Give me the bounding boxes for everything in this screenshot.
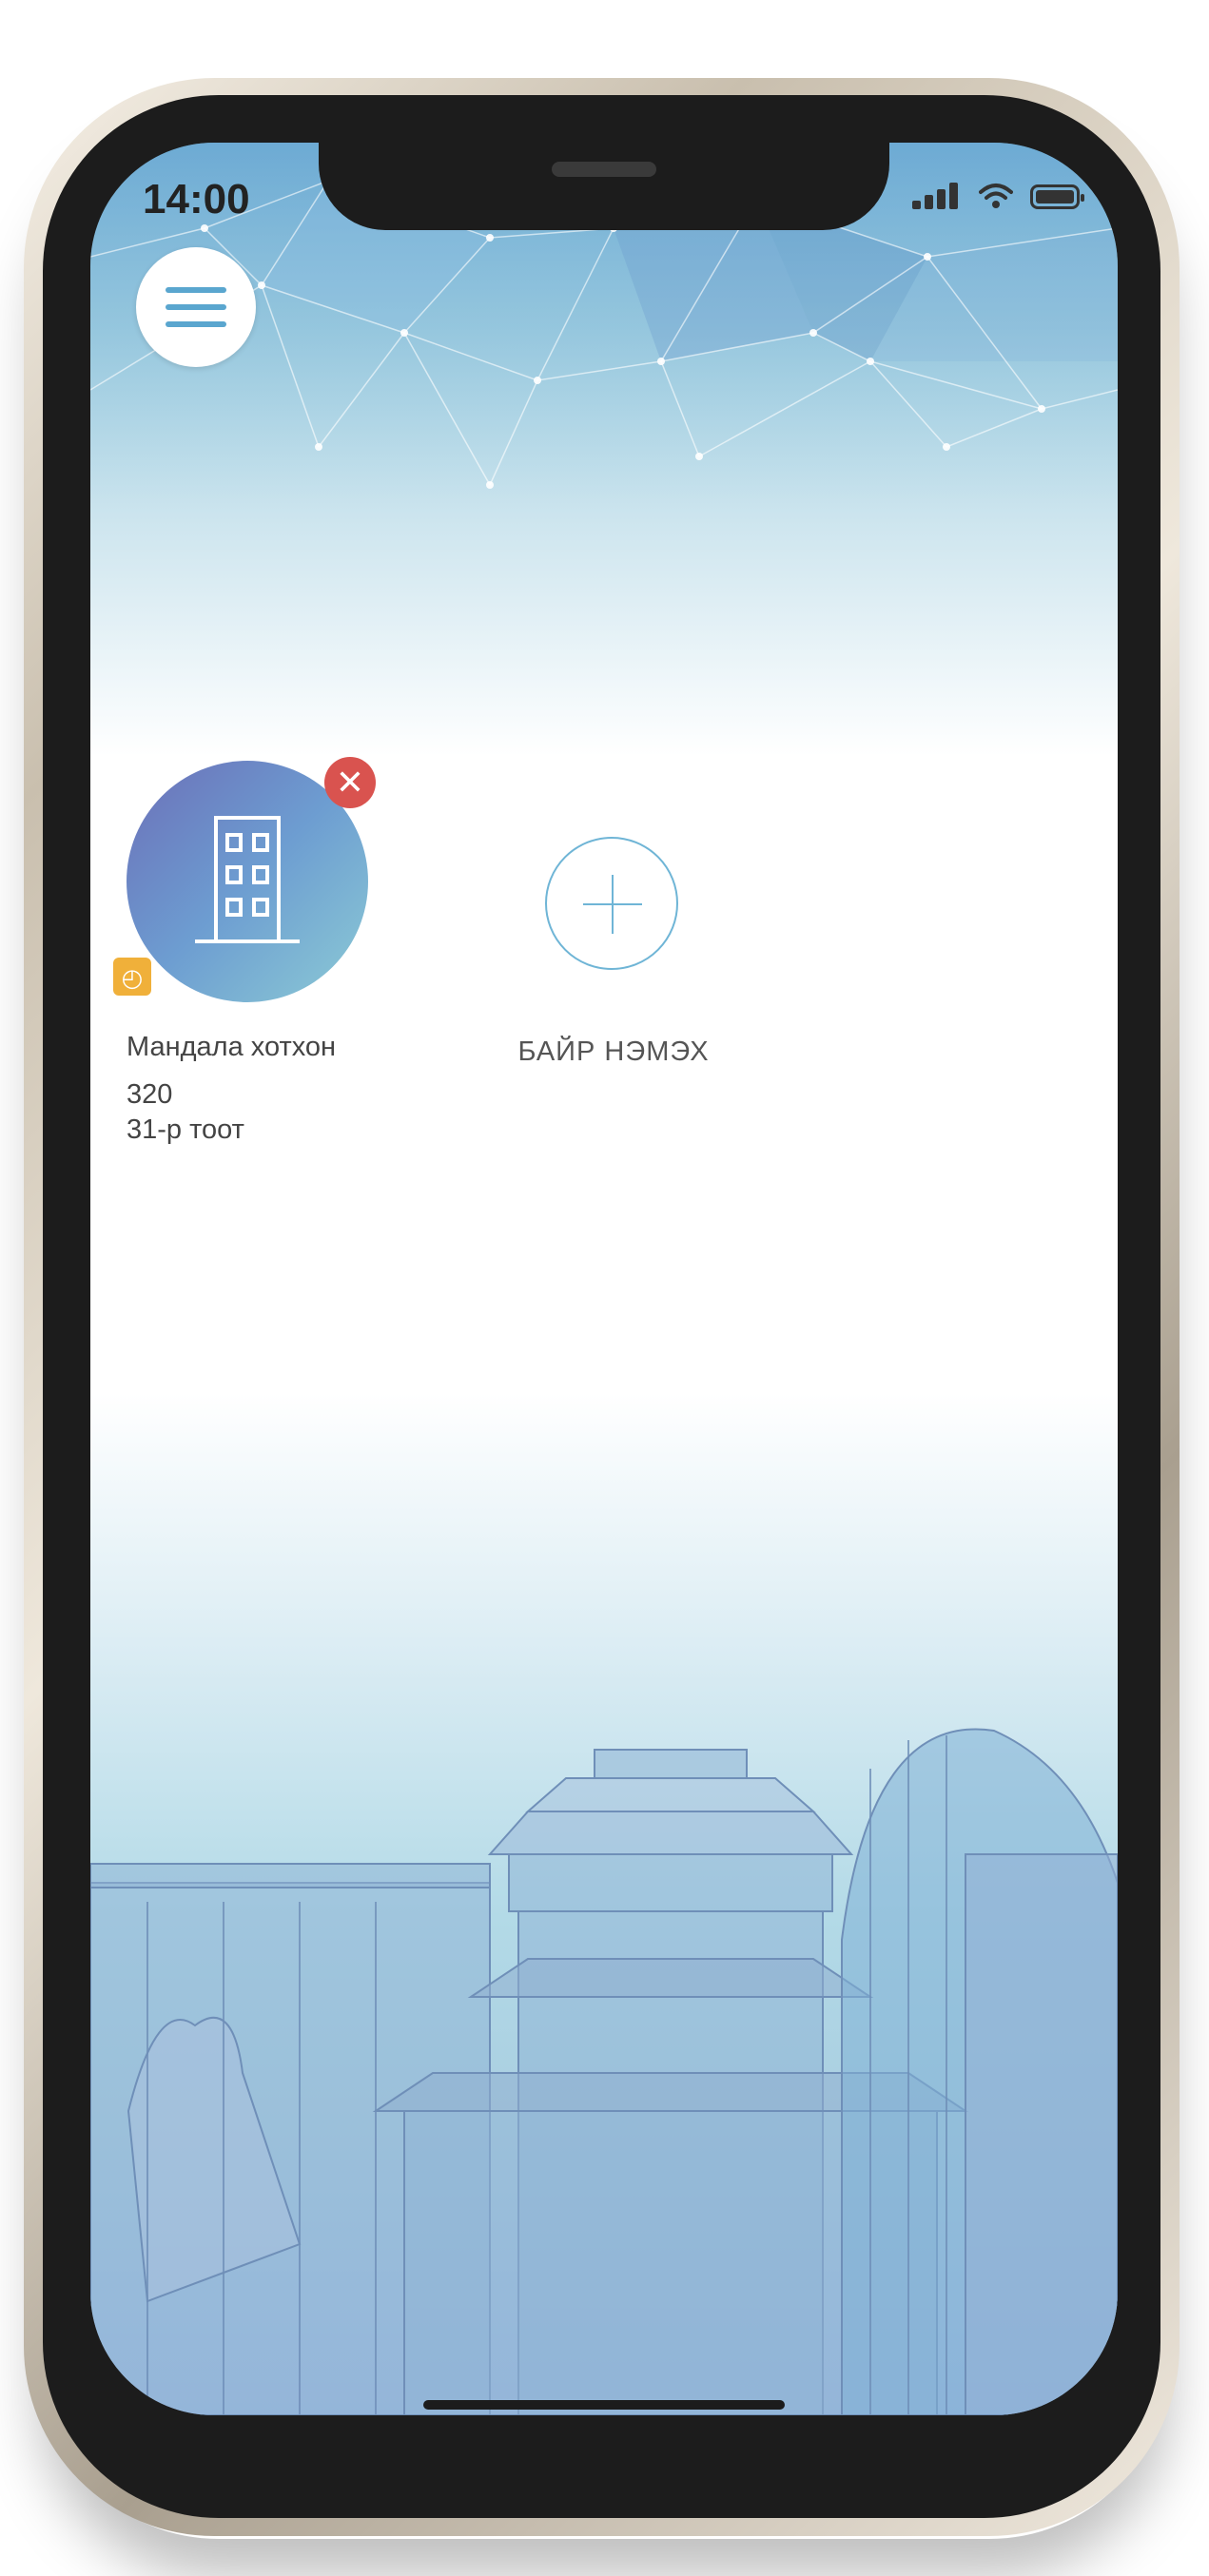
building-name: Мандала хотхон xyxy=(127,1032,337,1062)
add-building-label[interactable]: БАЙР НЭМЭХ xyxy=(480,1036,747,1068)
status-time: 14:00 xyxy=(143,176,250,223)
plus-icon[interactable] xyxy=(545,837,678,970)
close-icon: ✕ xyxy=(335,763,365,802)
remove-building-button[interactable]: ✕ xyxy=(324,757,376,808)
app-screen: 14:00 ✕ ◴ Мандала хотхон 320 31-р тоот Б… xyxy=(90,143,1118,2415)
status-icons xyxy=(912,183,1084,209)
building-number: 320 xyxy=(127,1079,173,1110)
earpiece-speaker xyxy=(552,162,656,177)
hamburger-menu-icon-line xyxy=(166,304,226,310)
screen-notch xyxy=(319,143,889,230)
cellular-signal-icon xyxy=(912,183,962,209)
building-apartment: 31-р тоот xyxy=(127,1114,244,1145)
hamburger-menu-icon xyxy=(166,287,226,293)
city-skyline-illustration xyxy=(90,1728,1118,2415)
pending-clock-icon: ◴ xyxy=(113,958,151,996)
plus-icon-vertical xyxy=(612,875,614,934)
wifi-icon xyxy=(979,184,1013,208)
battery-icon xyxy=(1030,184,1084,209)
hamburger-menu-button[interactable] xyxy=(136,247,256,367)
building-icon xyxy=(195,816,300,943)
hamburger-menu-icon-line xyxy=(166,321,226,327)
home-indicator xyxy=(423,2400,785,2410)
